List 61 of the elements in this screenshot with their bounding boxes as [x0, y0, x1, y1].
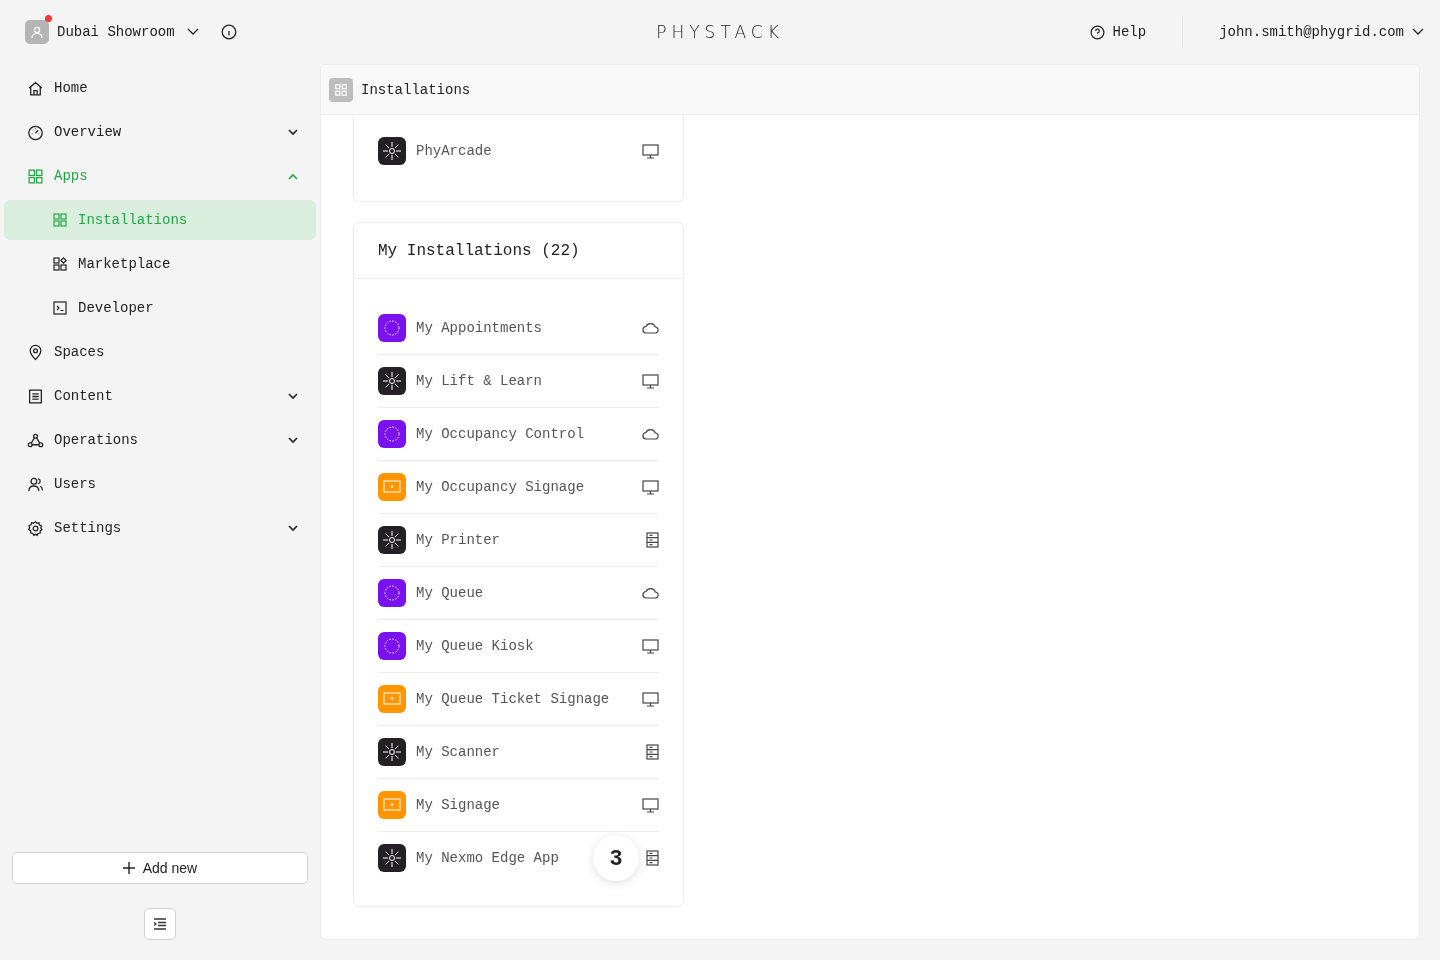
app-name[interactable]: My Printer: [416, 532, 500, 548]
nav-icon: [52, 300, 68, 316]
app-name[interactable]: My Appointments: [416, 320, 543, 336]
app-name[interactable]: PhyArcade: [416, 143, 492, 159]
nav-icon: [27, 519, 44, 537]
chevron-icon: [186, 28, 199, 36]
help-button[interactable]: Help: [1089, 24, 1165, 40]
nav-icon: [27, 167, 44, 185]
page-title: Installations: [361, 81, 471, 98]
cloud-icon: [641, 587, 659, 599]
server-icon: [646, 850, 659, 866]
monitor-icon: [642, 691, 659, 707]
app-name[interactable]: My Occupancy Signage: [416, 479, 585, 495]
nav-icon: [27, 475, 44, 493]
monitor-icon: [642, 373, 659, 389]
nav-item[interactable]: Users: [4, 462, 316, 506]
nav-item[interactable]: Operations: [4, 418, 316, 462]
monitor-icon: [642, 797, 659, 813]
server-icon: [646, 532, 659, 548]
app-name[interactable]: My Nexmo Edge App: [416, 850, 559, 866]
collapse-icon: [153, 918, 167, 930]
workspace-dropdown[interactable]: Dubai Showroom: [57, 24, 199, 40]
monitor-icon: [642, 638, 659, 654]
nav-item[interactable]: Content: [4, 374, 316, 418]
app-name[interactable]: My Scanner: [416, 744, 500, 760]
app-name[interactable]: My Lift & Learn: [416, 373, 543, 389]
nav-item[interactable]: Settings: [4, 506, 316, 550]
nav-icon: [27, 79, 44, 97]
step-badge: 3: [593, 835, 639, 881]
cloud-icon: [641, 322, 659, 334]
monitor-icon: [642, 143, 659, 159]
nav-item[interactable]: Home: [4, 66, 316, 110]
add-new-button[interactable]: Add new: [12, 852, 308, 884]
card-title: My Installations (22): [354, 223, 683, 279]
collapse-sidebar-button[interactable]: [144, 908, 176, 940]
cloud-icon: [641, 428, 659, 440]
app-name[interactable]: My Occupancy Control: [416, 426, 585, 442]
nav-subitem[interactable]: Developer: [4, 288, 316, 328]
server-icon: [646, 744, 659, 760]
nav-icon: [27, 431, 44, 449]
app-name[interactable]: My Queue Ticket Signage: [416, 691, 610, 707]
monitor-icon: [642, 479, 659, 495]
grid-icon: [329, 77, 353, 102]
user-menu[interactable]: john.smith@phygrid.com: [1201, 24, 1424, 40]
nav-icon: [27, 343, 44, 361]
nav-item[interactable]: Spaces: [4, 330, 316, 374]
nav-icon: [52, 256, 68, 272]
info-icon[interactable]: [220, 24, 237, 40]
nav-subitem[interactable]: Marketplace: [4, 244, 316, 284]
plus-icon: [122, 862, 135, 874]
workspace-avatar-icon: [25, 20, 49, 44]
app-name[interactable]: My Queue: [416, 585, 484, 601]
app-name[interactable]: My Signage: [416, 797, 500, 813]
help-icon: [1089, 24, 1105, 40]
chevron-icon: [1412, 28, 1424, 36]
app-name[interactable]: My Queue Kiosk: [416, 638, 534, 654]
nav-icon: [52, 212, 68, 228]
nav-icon: [27, 123, 44, 141]
nav-item[interactable]: Overview: [4, 110, 316, 154]
logo: PHYSTACK: [656, 22, 784, 42]
nav-icon: [27, 387, 44, 405]
